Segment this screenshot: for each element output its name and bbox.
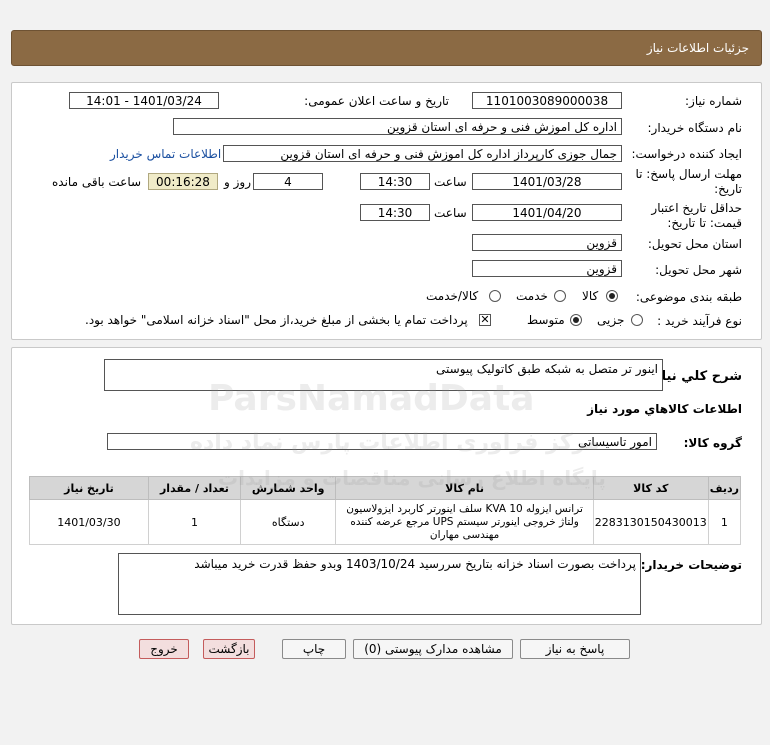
process-partial-label: جزیی: [597, 313, 625, 327]
cell-code: 2283130150430013: [592, 499, 709, 545]
reply-button[interactable]: پاسخ به نیاز: [520, 639, 630, 659]
col-code-header: کد کالا: [592, 476, 709, 500]
back-button[interactable]: بازگشت: [203, 639, 255, 659]
goods-group-field: امور تاسیساتی: [107, 433, 657, 450]
col-unit-header: واحد شمارش: [240, 476, 337, 500]
process-label: نوع فرآیند خرید :: [657, 314, 742, 328]
days-label: روز و: [224, 175, 251, 189]
need-number-field: 1101003089000038: [472, 92, 622, 109]
treasury-note: پرداخت تمام یا بخشی از مبلغ خرید،از محل …: [85, 313, 468, 327]
validity-label: حداقل تاریخ اعتبار: [651, 201, 742, 215]
col-name-header: نام کالا: [335, 476, 594, 500]
items-table: ردیف کد کالا نام کالا واحد شمارش تعداد /…: [29, 476, 742, 545]
category-goods-radio[interactable]: [606, 290, 618, 302]
print-button[interactable]: چاپ: [282, 639, 346, 659]
buyer-notes-field: پرداخت بصورت اسناد خزانه بتاریخ سررسید 1…: [118, 553, 641, 615]
buyer-notes-label: توضیحات خریدار:: [640, 558, 742, 572]
need-number-label: شماره نیاز:: [685, 94, 742, 108]
validity-date-field: 1401/04/20: [472, 204, 622, 221]
cell-qty: 1: [147, 499, 242, 545]
buyer-org-field: اداره کل اموزش فنی و حرفه ای استان قزوین: [173, 118, 622, 135]
col-date-header: تاریخ نیاز: [29, 476, 149, 500]
table-header-row: ردیف کد کالا نام کالا واحد شمارش تعداد /…: [29, 476, 742, 500]
cell-date: 1401/03/30: [29, 499, 149, 545]
category-goods-label: کالا: [582, 289, 599, 303]
buyer-org-label: نام دستگاه خریدار:: [647, 121, 743, 135]
validity-time-label: ساعت: [434, 206, 467, 220]
category-both-label: کالا/خدمت: [426, 289, 479, 303]
days-field: 4: [253, 173, 323, 190]
exit-button[interactable]: خروج: [139, 639, 189, 659]
deadline-time-field: 14:30: [360, 173, 430, 190]
page-title: جزئیات اطلاعات نیاز: [646, 41, 749, 55]
deadline-label: مهلت ارسال پاسخ: تا: [635, 167, 742, 181]
cell-name: ترانس ایزوله KVA 10 سلف اینورتر کاربرد ا…: [335, 499, 594, 545]
province-field: قزوین: [472, 234, 622, 251]
announce-field: 1401/03/24 - 14:01: [69, 92, 219, 109]
treasury-checkbox[interactable]: ✕: [479, 314, 491, 326]
category-label: طبقه بندی موضوعی:: [635, 290, 742, 304]
col-qty-header: تعداد / مقدار: [147, 476, 242, 500]
deadline-label-2: تاریخ:: [714, 182, 742, 196]
process-medium-radio[interactable]: [570, 314, 582, 326]
buyer-contact-link[interactable]: اطلاعات تماس خریدار: [110, 147, 221, 161]
process-medium-label: متوسط: [527, 313, 565, 327]
process-partial-radio[interactable]: [631, 314, 643, 326]
view-attachments-button[interactable]: مشاهده مدارک پیوستی (0): [353, 639, 513, 659]
goods-section-title: اطلاعات کالاهاي مورد نياز: [587, 402, 742, 416]
validity-time-field: 14:30: [360, 204, 430, 221]
city-label: شهر محل تحویل:: [655, 263, 742, 277]
city-field: قزوین: [472, 260, 622, 277]
category-service-label: خدمت: [516, 289, 548, 303]
deadline-date-field: 1401/03/28: [472, 173, 622, 190]
province-label: استان محل تحویل:: [647, 237, 742, 251]
creator-label: ایجاد کننده درخواست:: [631, 147, 742, 161]
announce-label: تاریخ و ساعت اعلان عمومی:: [304, 94, 449, 108]
creator-field: جمال جوزی کارپرداز اداره کل اموزش فنی و …: [223, 145, 622, 162]
deadline-time-label: ساعت: [434, 175, 467, 189]
table-row: 1 2283130150430013 ترانس ایزوله KVA 10 س…: [29, 499, 742, 545]
category-both-radio[interactable]: [489, 290, 501, 302]
page-header: جزئیات اطلاعات نیاز: [11, 30, 762, 66]
remaining-time-field: 00:16:28: [148, 173, 218, 190]
remaining-label: ساعت باقی مانده: [52, 175, 142, 189]
cell-row: 1: [707, 499, 742, 545]
goods-group-label: گروه کالا:: [683, 436, 742, 450]
col-row-header: ردیف: [707, 476, 742, 500]
validity-label-2: قیمت: تا تاریخ:: [667, 216, 742, 230]
summary-field: اینور تر متصل به شبکه طبق کاتولیک پیوستی: [104, 359, 663, 391]
category-service-radio[interactable]: [554, 290, 566, 302]
cell-unit: دستگاه: [240, 499, 337, 545]
